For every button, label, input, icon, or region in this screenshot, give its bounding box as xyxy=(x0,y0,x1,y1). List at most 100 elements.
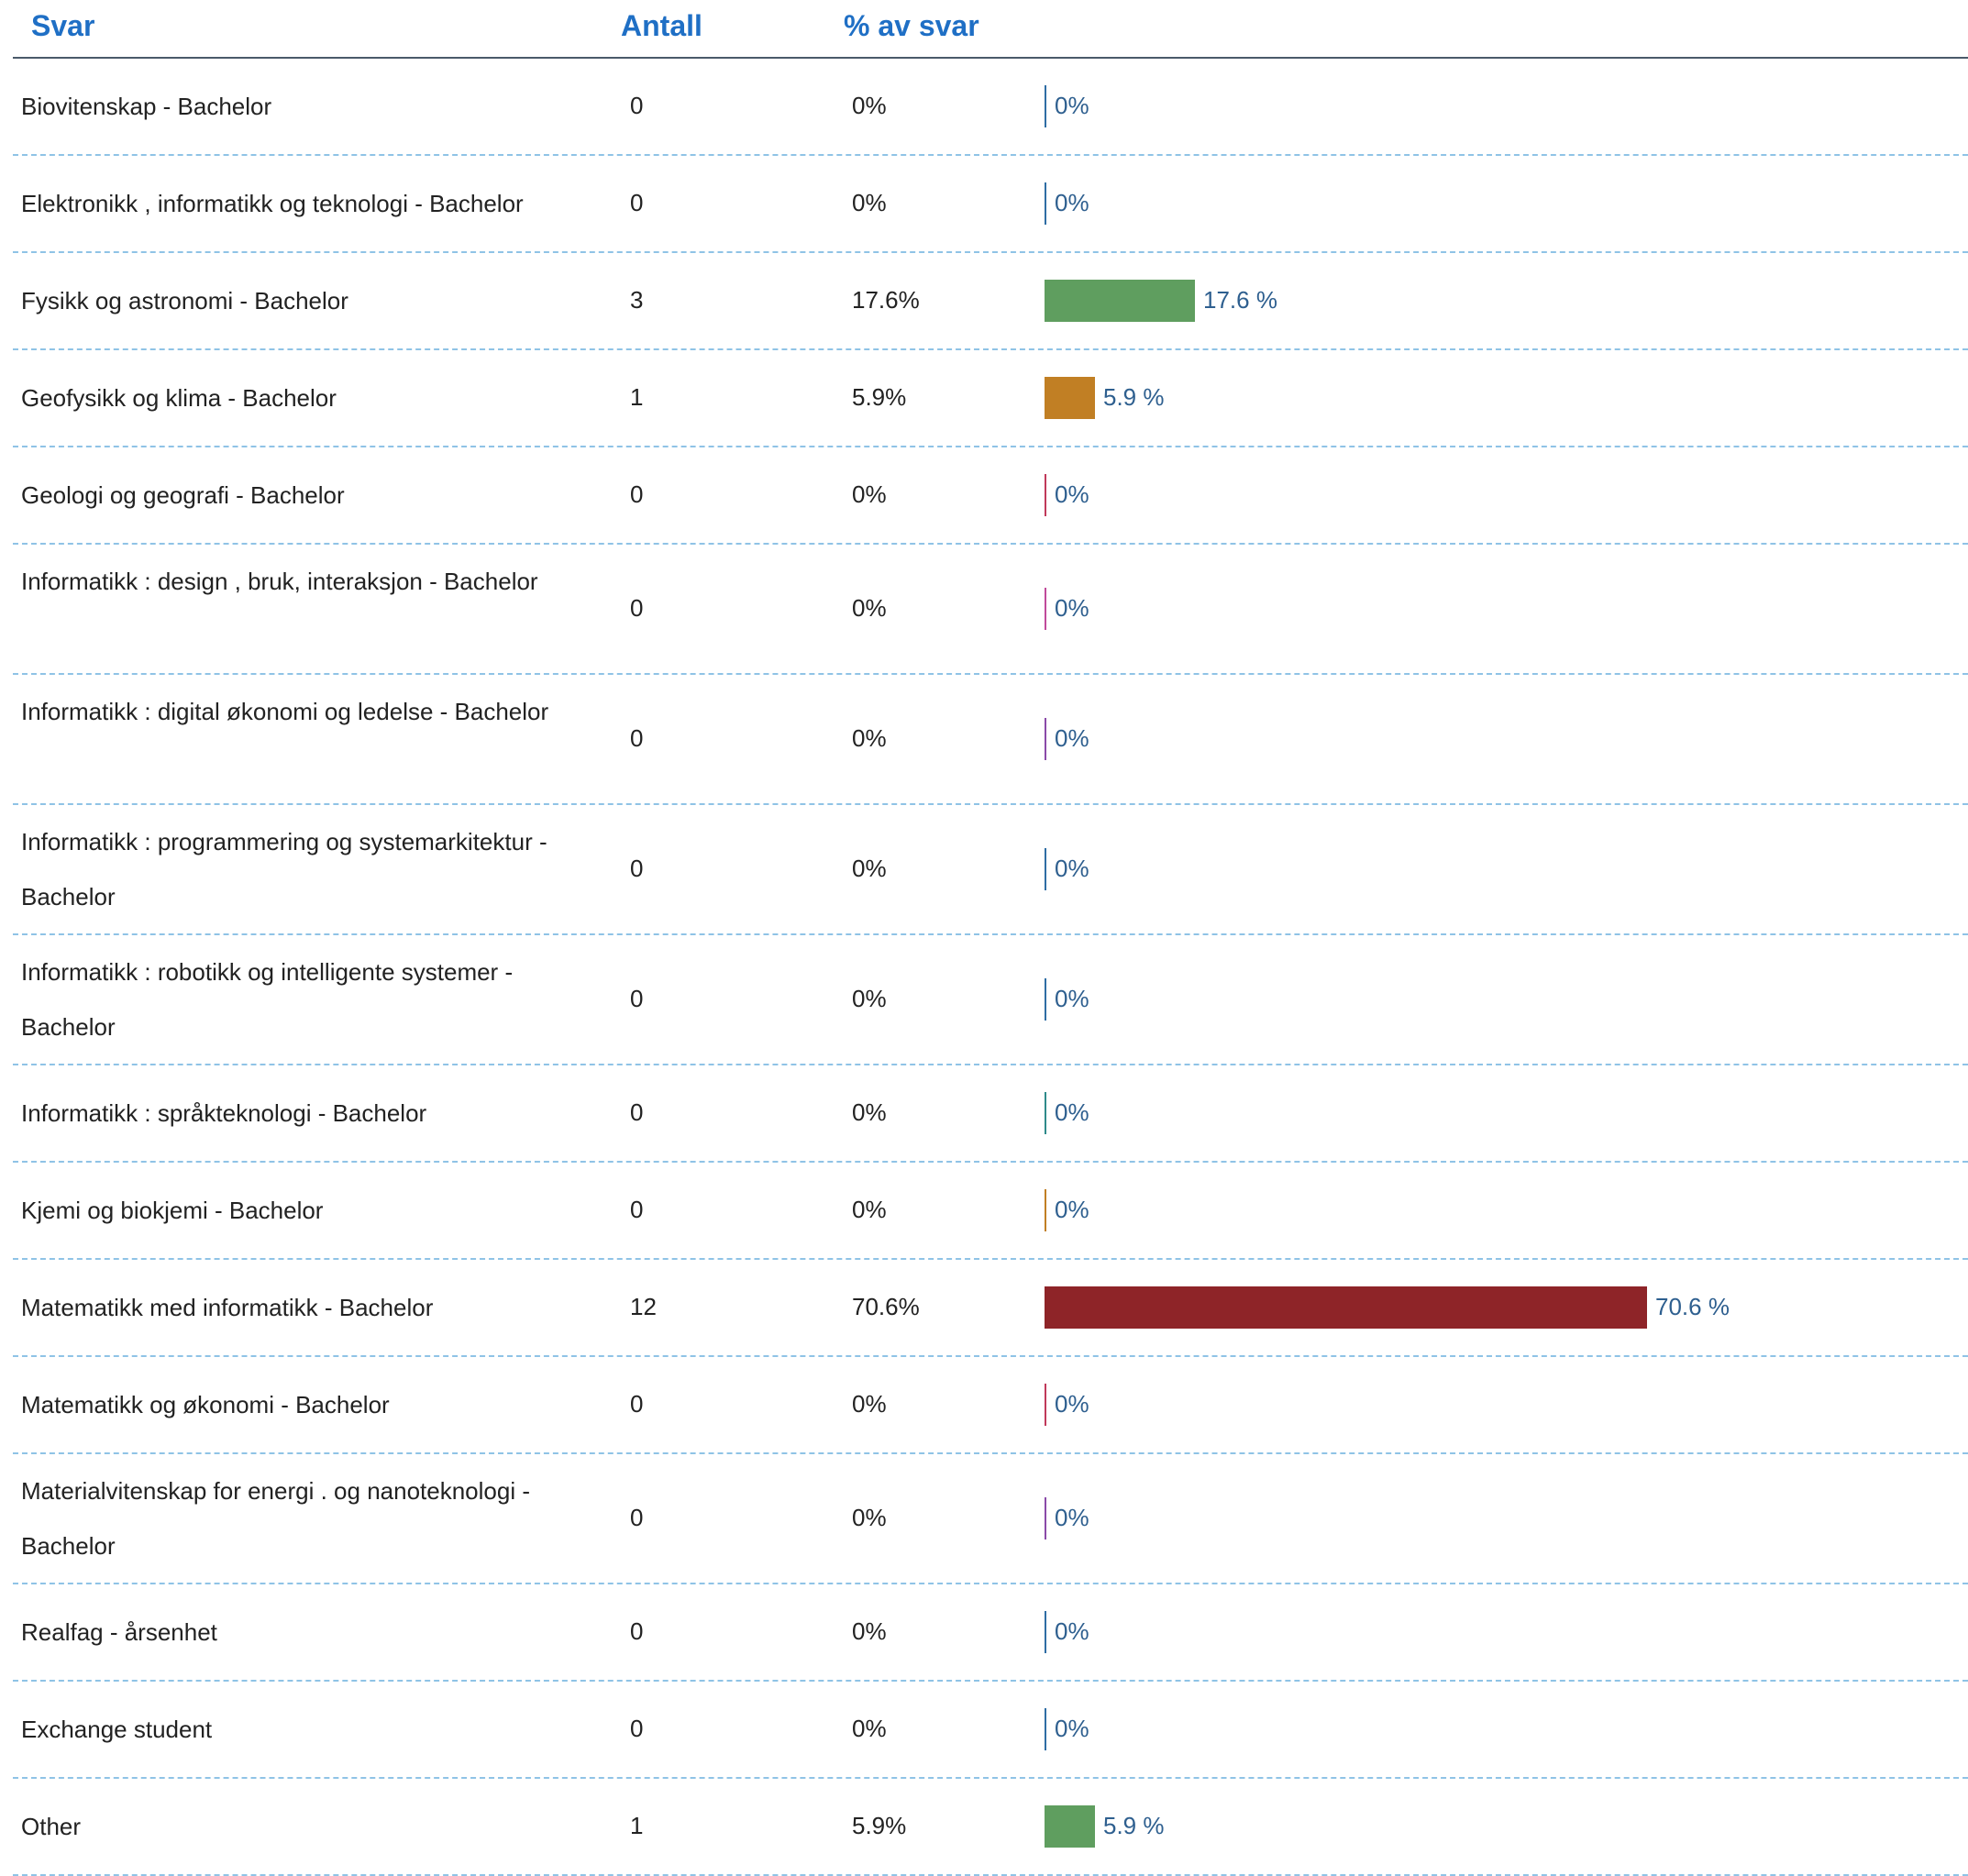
answer-percent: 0% xyxy=(852,1504,887,1531)
bar-value-label: 0% xyxy=(1055,1098,1089,1126)
bar-value-label: 0% xyxy=(1055,1390,1089,1418)
answer-label: Matematikk med informatikk - Bachelor xyxy=(21,1294,434,1321)
table-row: Kjemi og biokjemi - Bachelor 0 0% 0% xyxy=(13,1163,1968,1260)
answer-percent: 0% xyxy=(852,1098,887,1126)
table-row: Informatikk : digital økonomi og ledelse… xyxy=(13,675,1968,805)
answer-count: 0 xyxy=(630,1196,644,1223)
bar-value-label: 17.6 % xyxy=(1203,286,1277,314)
table-row: Informatikk : design , bruk, interaksjon… xyxy=(13,545,1968,675)
bar xyxy=(1045,848,1046,890)
answer-label: Geologi og geografi - Bachelor xyxy=(21,481,345,509)
table-row: Exchange student 0 0% 0% xyxy=(13,1682,1968,1779)
bar xyxy=(1045,1805,1095,1848)
answer-label: Kjemi og biokjemi - Bachelor xyxy=(21,1197,324,1224)
table-row: Informatikk : programmering og systemark… xyxy=(13,805,1968,935)
bar-value-label: 5.9 % xyxy=(1103,1812,1165,1839)
answer-count: 0 xyxy=(630,724,644,752)
column-header-antall: Antall xyxy=(621,9,702,42)
answer-label: Realfag - årsenhet xyxy=(21,1618,217,1646)
answer-label: Matematikk og økonomi - Bachelor xyxy=(21,1391,390,1418)
answer-count: 1 xyxy=(630,383,644,411)
answer-percent: 0% xyxy=(852,92,887,119)
answer-count: 0 xyxy=(630,985,644,1012)
answer-percent: 70.6% xyxy=(852,1293,920,1320)
bar-value-label: 0% xyxy=(1055,855,1089,882)
bar xyxy=(1045,1286,1647,1329)
answer-count: 0 xyxy=(630,855,644,882)
table-row: Geologi og geografi - Bachelor 0 0% 0% xyxy=(13,447,1968,545)
answer-percent: 0% xyxy=(852,1196,887,1223)
answer-label: Informatikk : programmering og systemark… xyxy=(21,828,547,910)
bar-value-label: 0% xyxy=(1055,1617,1089,1645)
bar-value-label: 0% xyxy=(1055,480,1089,508)
answer-percent: 0% xyxy=(852,189,887,216)
bar xyxy=(1045,85,1046,127)
bar xyxy=(1045,718,1046,760)
answer-percent: 5.9% xyxy=(852,1812,907,1839)
bar xyxy=(1045,377,1095,419)
table-row: Biovitenskap - Bachelor 0 0% 0% xyxy=(13,59,1968,156)
answer-label: Exchange student xyxy=(21,1716,213,1743)
answer-count: 0 xyxy=(630,1098,644,1126)
bar xyxy=(1045,978,1046,1021)
bar xyxy=(1045,588,1046,630)
answer-count: 12 xyxy=(630,1293,657,1320)
answer-percent: 0% xyxy=(852,985,887,1012)
answer-percent: 0% xyxy=(852,1617,887,1645)
answer-percent: 0% xyxy=(852,1390,887,1418)
column-header-svar: Svar xyxy=(31,9,95,42)
bar-value-label: 0% xyxy=(1055,189,1089,216)
table-row: Matematikk med informatikk - Bachelor 12 7… xyxy=(13,1260,1968,1357)
bar xyxy=(1045,474,1046,516)
answer-label: Informatikk : digital økonomi og ledelse… xyxy=(21,698,549,725)
table-row: Informatikk : språkteknologi - Bachelor 0… xyxy=(13,1065,1968,1163)
bar-value-label: 5.9 % xyxy=(1103,383,1165,411)
answer-percent: 0% xyxy=(852,855,887,882)
answer-count: 0 xyxy=(630,189,644,216)
answer-count: 0 xyxy=(630,1715,644,1742)
answer-count: 0 xyxy=(630,480,644,508)
bar xyxy=(1045,182,1046,225)
bar-value-label: 0% xyxy=(1055,1715,1089,1742)
table-row: Geofysikk og klima - Bachelor 1 5.9% 5.9 % xyxy=(13,350,1968,447)
table-row: Informatikk : robotikk og intelligente s… xyxy=(13,935,1968,1065)
answer-count: 1 xyxy=(630,1812,644,1839)
answer-label: Informatikk : design , bruk, interaksjon… xyxy=(21,568,538,595)
bar-value-label: 0% xyxy=(1055,594,1089,622)
bar xyxy=(1045,1384,1046,1426)
answer-label: Informatikk : språkteknologi - Bachelor xyxy=(21,1099,427,1127)
answer-count: 3 xyxy=(630,286,644,314)
answer-label: Geofysikk og klima - Bachelor xyxy=(21,384,337,412)
answer-count: 0 xyxy=(630,594,644,622)
bar xyxy=(1045,1189,1046,1231)
answer-label: Materialvitenskap for energi . og nanote… xyxy=(21,1477,530,1560)
answer-label: Informatikk : robotikk og intelligente s… xyxy=(21,958,514,1041)
answer-percent: 0% xyxy=(852,480,887,508)
table-row: Matematikk og økonomi - Bachelor 0 0% 0% xyxy=(13,1357,1968,1454)
bar xyxy=(1045,1092,1046,1134)
bar-value-label: 0% xyxy=(1055,724,1089,752)
table-row: Fysikk og astronomi - Bachelor 3 17.6% 17.6… xyxy=(13,253,1968,350)
answer-count: 0 xyxy=(630,92,644,119)
bar xyxy=(1045,1611,1046,1653)
answer-label: Biovitenskap - Bachelor xyxy=(21,93,272,120)
answer-percent: 0% xyxy=(852,724,887,752)
bar-value-label: 0% xyxy=(1055,92,1089,119)
bar xyxy=(1045,1708,1046,1750)
answer-count: 0 xyxy=(630,1390,644,1418)
table-header: Svar Antall % av svar xyxy=(13,0,1968,59)
answer-label: Fysikk og astronomi - Bachelor xyxy=(21,287,348,315)
answer-count: 0 xyxy=(630,1504,644,1531)
column-header-pct: % av svar xyxy=(844,9,979,42)
bar-value-label: 70.6 % xyxy=(1655,1293,1730,1320)
bar-value-label: 0% xyxy=(1055,1504,1089,1531)
bar xyxy=(1045,1497,1046,1539)
table-row: Elektronikk , informatikk og teknologi -… xyxy=(13,156,1968,253)
bar xyxy=(1045,280,1195,322)
answer-percent: 5.9% xyxy=(852,383,907,411)
answer-count: 0 xyxy=(630,1617,644,1645)
answer-percent: 0% xyxy=(852,594,887,622)
answer-label: Other xyxy=(21,1813,82,1840)
answer-percent: 17.6% xyxy=(852,286,920,314)
bar-value-label: 0% xyxy=(1055,985,1089,1012)
